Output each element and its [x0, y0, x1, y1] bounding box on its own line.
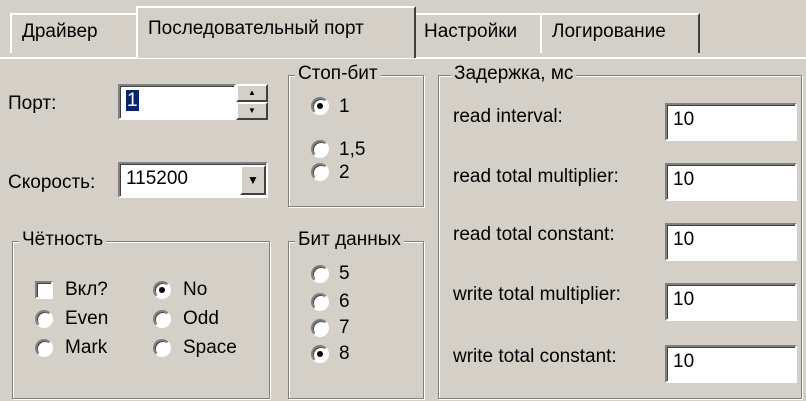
read-interval-value: 10 — [673, 109, 695, 130]
parity-radio-even[interactable] — [35, 310, 53, 328]
stop-bits-label-1: 1 — [339, 96, 350, 117]
stop-bits-radio-1-5[interactable] — [311, 140, 329, 158]
spin-up-icon: ▲ — [248, 88, 256, 97]
parity-label-no: No — [183, 279, 208, 300]
tab-settings[interactable]: Настройки — [414, 13, 542, 53]
stop-bits-radio-1[interactable] — [311, 97, 329, 115]
parity-group: Чётность Вкл? No Even Odd Mark Space — [12, 229, 270, 399]
spin-down-icon: ▼ — [248, 106, 256, 115]
stop-bits-title: Стоп-бит — [295, 63, 381, 85]
parity-title: Чётность — [19, 229, 107, 251]
parity-label-mark: Mark — [65, 337, 108, 358]
parity-label-even: Even — [65, 308, 109, 329]
chevron-down-icon: ▼ — [247, 173, 259, 187]
read-total-constant-input[interactable]: 10 — [665, 223, 797, 261]
data-bits-radio-8[interactable] — [311, 345, 329, 363]
read-total-constant-value: 10 — [673, 229, 695, 250]
tab-logging[interactable]: Логирование — [540, 13, 700, 53]
parity-enable-label: Вкл? — [65, 279, 108, 300]
data-bits-label-6: 6 — [339, 291, 350, 312]
port-label: Порт: — [8, 93, 57, 114]
tab-settings-label: Настройки — [424, 21, 518, 42]
port-value: 1 — [126, 90, 139, 111]
delay-title: Задержка, мс — [451, 63, 577, 85]
parity-enable-checkbox[interactable] — [35, 281, 53, 299]
write-total-constant-input[interactable]: 10 — [665, 345, 797, 383]
data-bits-radio-6[interactable] — [311, 293, 329, 311]
parity-radio-space[interactable] — [153, 339, 171, 357]
stop-bits-group: Стоп-бит 1 1,5 2 — [288, 63, 424, 207]
parity-radio-no[interactable] — [153, 281, 171, 299]
radio-selected-dot — [317, 351, 323, 357]
data-bits-radio-7[interactable] — [311, 319, 329, 337]
data-bits-radio-5[interactable] — [311, 265, 329, 283]
tab-serial-port-label: Последовательный порт — [148, 18, 364, 39]
tab-logging-label: Логирование — [552, 21, 666, 42]
parity-label-space: Space — [183, 337, 237, 358]
read-total-multiplier-value: 10 — [673, 169, 695, 190]
parity-radio-odd[interactable] — [153, 310, 171, 328]
speed-dropdown-button[interactable]: ▼ — [240, 165, 266, 195]
tab-driver-label: Драйвер — [22, 21, 98, 42]
speed-label: Скорость: — [8, 172, 96, 193]
read-total-constant-label: read total constant: — [453, 224, 615, 245]
read-interval-input[interactable]: 10 — [665, 103, 797, 141]
parity-label-odd: Odd — [183, 308, 219, 329]
data-bits-title: Бит данных — [295, 229, 404, 251]
read-total-multiplier-label: read total multiplier: — [453, 166, 619, 187]
parity-radio-mark[interactable] — [35, 339, 53, 357]
read-total-multiplier-input[interactable]: 10 — [665, 163, 797, 201]
write-total-multiplier-value: 10 — [673, 289, 695, 310]
write-total-multiplier-input[interactable]: 10 — [665, 283, 797, 321]
write-total-multiplier-label: write total multiplier: — [453, 284, 621, 305]
stop-bits-label-2: 2 — [339, 162, 350, 183]
data-bits-group: Бит данных 5 6 7 8 — [288, 229, 424, 399]
read-interval-label: read interval: — [453, 106, 563, 127]
stop-bits-label-1-5: 1,5 — [339, 139, 366, 160]
stop-bits-radio-2[interactable] — [311, 163, 329, 181]
write-total-constant-value: 10 — [673, 351, 695, 372]
radio-selected-dot — [159, 287, 165, 293]
data-bits-label-8: 8 — [339, 343, 350, 364]
port-spin-up-button[interactable]: ▲ — [236, 84, 268, 102]
delay-group: Задержка, мс read interval: 10 read tota… — [438, 63, 802, 399]
tab-serial-port[interactable]: Последовательный порт — [136, 6, 416, 58]
data-bits-label-5: 5 — [339, 263, 350, 284]
data-bits-label-7: 7 — [339, 317, 350, 338]
tab-page-serial-port: Порт: 1 ▲ ▼ Скорость: 115200 ▼ Стоп-бит … — [0, 57, 806, 401]
write-total-constant-label: write total constant: — [453, 346, 617, 367]
port-input[interactable]: 1 — [118, 84, 236, 120]
tab-driver[interactable]: Драйвер — [10, 13, 138, 53]
speed-value: 115200 — [126, 168, 188, 189]
radio-selected-dot — [317, 103, 323, 109]
port-spin-down-button[interactable]: ▼ — [236, 102, 268, 120]
